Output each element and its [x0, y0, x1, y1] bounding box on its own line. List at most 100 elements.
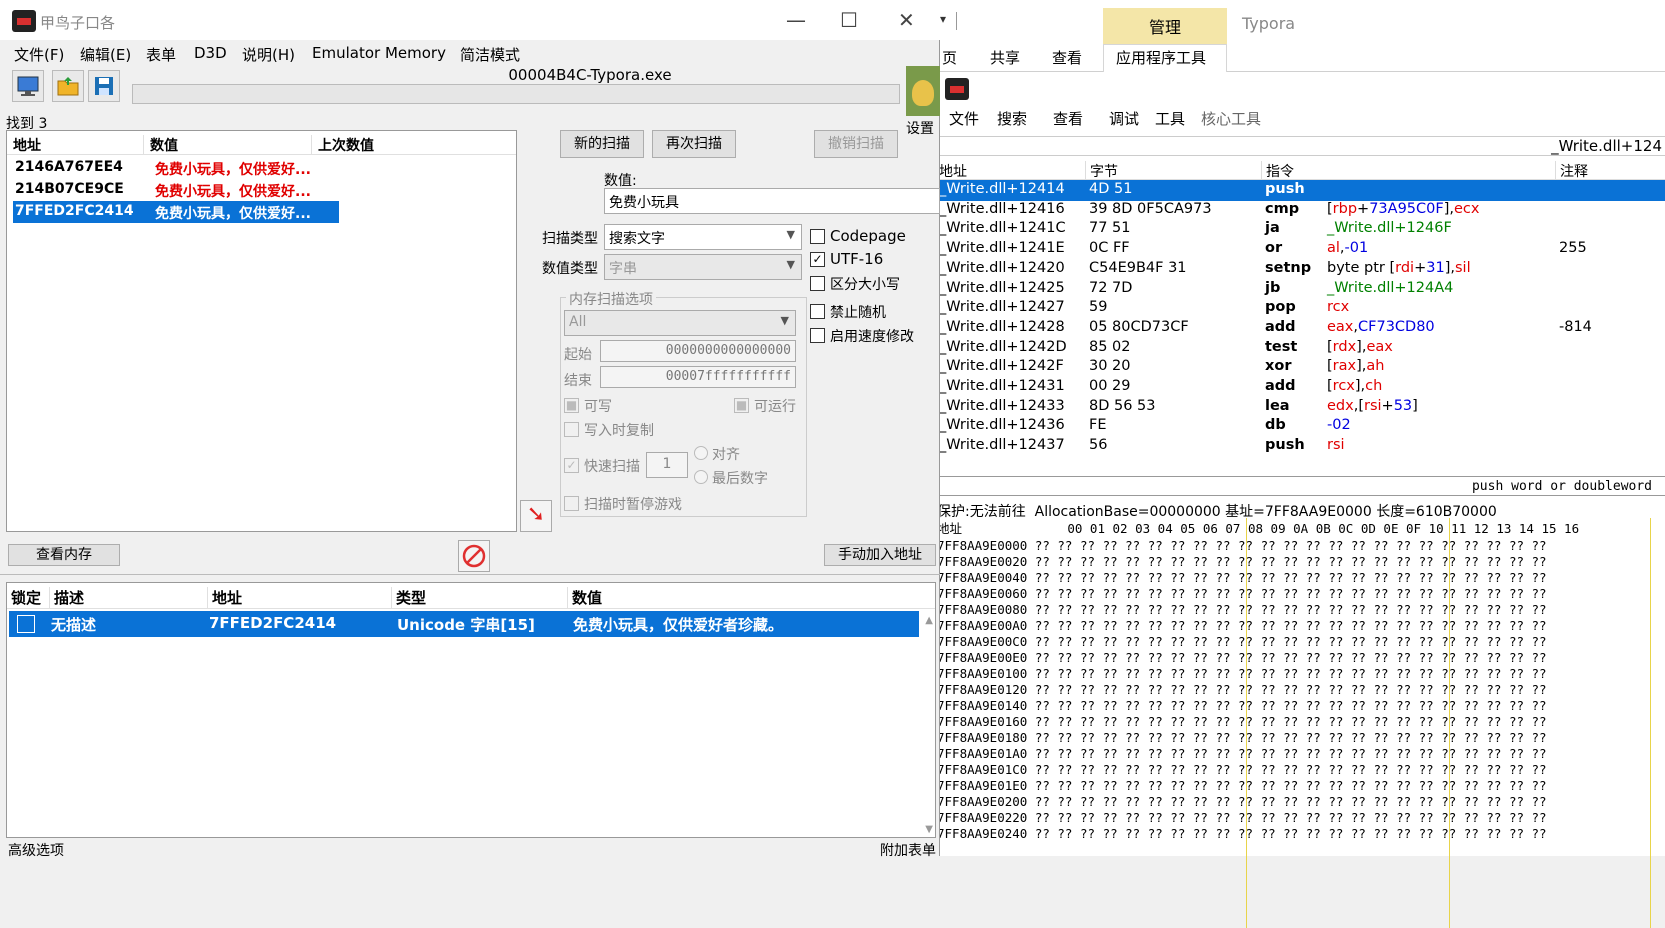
ce-logo-icon[interactable]: [906, 66, 940, 116]
disasm-row[interactable]: _Write.dll+12433 8D 56 53 lea edx,[rsi+53]: [935, 397, 1665, 418]
menu-debug[interactable]: 调试: [1109, 108, 1139, 129]
col-value[interactable]: 数值: [143, 135, 178, 155]
result-row-selected[interactable]: 7FFED2FC2414 免费小玩具，仅供爱好...: [13, 201, 339, 223]
hex-row[interactable]: 7FF8AA9E00E0 ?? ?? ?? ?? ?? ?? ?? ?? ?? …: [937, 650, 1665, 666]
col-address[interactable]: 地址: [207, 587, 242, 608]
menu-help[interactable]: 说明(H): [242, 44, 295, 65]
minimize-icon[interactable]: —: [786, 8, 806, 32]
new-scan-button[interactable]: 新的扫描: [560, 130, 644, 158]
result-row[interactable]: 2146A767EE4 免费小玩具，仅供爱好...: [13, 157, 339, 179]
disasm-row[interactable]: _Write.dll+12436 FE db -02: [935, 416, 1665, 437]
menu-view[interactable]: 查看: [1053, 108, 1083, 129]
close-icon[interactable]: ✕: [898, 8, 915, 32]
fast-scan-checkbox[interactable]: ✓: [564, 458, 579, 473]
col-type[interactable]: 类型: [391, 587, 426, 608]
undo-scan-button[interactable]: 撤销扫描: [814, 130, 898, 158]
disasm-row[interactable]: _Write.dll+12425 72 7D jb _Write.dll+124A4: [935, 279, 1665, 300]
menu-table[interactable]: 表单: [146, 44, 176, 65]
disasm-row[interactable]: _Write.dll+12431 00 29 add [rcx],ch: [935, 377, 1665, 398]
cheat-table-list[interactable]: 锁定 描述 地址 类型 数值 无描述 7FFED2FC2414 Unicode …: [6, 582, 936, 838]
tab-app-tools[interactable]: 应用程序工具: [1116, 47, 1206, 68]
save-button[interactable]: [88, 70, 120, 102]
hex-row[interactable]: 7FF8AA9E00C0 ?? ?? ?? ?? ?? ?? ?? ?? ?? …: [937, 634, 1665, 650]
writable-checkbox[interactable]: ■: [564, 398, 579, 413]
hex-row[interactable]: 7FF8AA9E0100 ?? ?? ?? ?? ?? ?? ?? ?? ?? …: [937, 666, 1665, 682]
cheat-table-row[interactable]: 无描述 7FFED2FC2414 Unicode 字串[15] 免费小玩具，仅供…: [9, 611, 919, 637]
hex-row[interactable]: 7FF8AA9E0120 ?? ?? ?? ?? ?? ?? ?? ?? ?? …: [937, 682, 1665, 698]
last-digits-radio[interactable]: [694, 470, 708, 484]
hex-row[interactable]: 7FF8AA9E01C0 ?? ?? ?? ?? ?? ?? ?? ?? ?? …: [937, 762, 1665, 778]
align-radio[interactable]: [694, 446, 708, 460]
disasm-address-bar[interactable]: _Write.dll+124: [935, 136, 1665, 156]
scan-type-select[interactable]: 搜索文字 ▼: [604, 224, 802, 250]
col-instruction[interactable]: 指令: [1261, 161, 1294, 181]
col-bytes[interactable]: 字节: [1085, 161, 1118, 181]
utf16-checkbox[interactable]: ✓: [810, 252, 825, 267]
disasm-row[interactable]: _Write.dll+12437 56 push rsi: [935, 436, 1665, 457]
speedhack-checkbox[interactable]: [810, 328, 825, 343]
add-to-list-arrow-icon[interactable]: ➘: [520, 500, 552, 532]
disasm-row[interactable]: _Write.dll+1242F 30 20 xor [rax],ah: [935, 357, 1665, 378]
hex-row[interactable]: 7FF8AA9E0020 ?? ?? ?? ?? ?? ?? ?? ?? ?? …: [937, 554, 1665, 570]
view-memory-button[interactable]: 查看内存: [8, 544, 120, 566]
tab-home[interactable]: 页: [942, 47, 957, 68]
pause-game-checkbox[interactable]: [564, 496, 579, 511]
scroll-up-icon[interactable]: ▲: [925, 615, 933, 626]
menu-emulator-memory[interactable]: Emulator Memory: [312, 44, 446, 62]
disable-random-checkbox[interactable]: [810, 304, 825, 319]
executable-checkbox[interactable]: ■: [734, 398, 749, 413]
col-previous[interactable]: 上次数值: [311, 135, 374, 155]
disasm-row[interactable]: _Write.dll+12428 05 80CD73CF add eax,CF73CD…: [935, 318, 1665, 339]
settings-label[interactable]: 设置: [906, 118, 934, 138]
next-scan-button[interactable]: 再次扫描: [652, 130, 736, 158]
menu-file[interactable]: 文件(F): [14, 44, 64, 65]
hex-row[interactable]: 7FF8AA9E0180 ?? ?? ?? ?? ?? ?? ?? ?? ?? …: [937, 730, 1665, 746]
disasm-row[interactable]: _Write.dll+12420 C54E9B4F 31 setnp byte ptr…: [935, 259, 1665, 280]
col-description[interactable]: 描述: [49, 587, 84, 608]
hex-row[interactable]: 7FF8AA9E0080 ?? ?? ?? ?? ?? ?? ?? ?? ?? …: [937, 602, 1665, 618]
tab-share[interactable]: 共享: [990, 47, 1020, 68]
scroll-down-icon[interactable]: ▼: [925, 824, 933, 835]
hex-row[interactable]: 7FF8AA9E0060 ?? ?? ?? ?? ?? ?? ?? ?? ?? …: [937, 586, 1665, 602]
hex-row[interactable]: 7FF8AA9E01A0 ?? ?? ?? ?? ?? ?? ?? ?? ?? …: [937, 746, 1665, 762]
value-input[interactable]: 免费小玩具: [604, 188, 940, 214]
qat-dropdown-icon[interactable]: ▾: [940, 12, 946, 26]
maximize-icon[interactable]: ☐: [840, 8, 858, 32]
hex-row[interactable]: 7FF8AA9E0200 ?? ?? ?? ?? ?? ?? ?? ?? ?? …: [937, 794, 1665, 810]
hex-row[interactable]: 7FF8AA9E0140 ?? ?? ?? ?? ?? ?? ?? ?? ?? …: [937, 698, 1665, 714]
start-address-input[interactable]: 0000000000000000: [600, 340, 796, 362]
menu-kernel-tools[interactable]: 核心工具: [1201, 108, 1261, 129]
disasm-row[interactable]: _Write.dll+1241C 77 51 ja _Write.dll+1246F: [935, 219, 1665, 240]
table-extras-link[interactable]: 附加表单: [880, 840, 936, 860]
hex-row[interactable]: 7FF8AA9E0160 ?? ?? ?? ?? ?? ?? ?? ?? ?? …: [937, 714, 1665, 730]
disasm-row[interactable]: _Write.dll+1241E 0C FF or al,-01 255: [935, 239, 1665, 260]
copy-on-write-checkbox[interactable]: [564, 422, 579, 437]
col-value[interactable]: 数值: [567, 587, 602, 608]
advanced-options-link[interactable]: 高级选项: [8, 840, 64, 860]
open-file-button[interactable]: [52, 70, 84, 102]
open-process-button[interactable]: [12, 70, 44, 102]
result-row[interactable]: 214B07CE9CE 免费小玩具，仅供爱好...: [13, 179, 339, 201]
codepage-checkbox[interactable]: [810, 229, 825, 244]
menu-simple-mode[interactable]: 简洁模式: [460, 44, 520, 65]
disasm-row[interactable]: _Write.dll+12416 39 8D 0F5CA973 cmp [rbp+73…: [935, 200, 1665, 221]
menu-search[interactable]: 搜索: [997, 108, 1027, 129]
hex-row[interactable]: 7FF8AA9E0220 ?? ?? ?? ?? ?? ?? ?? ?? ?? …: [937, 810, 1665, 826]
add-address-manually-button[interactable]: 手动加入地址: [824, 544, 936, 566]
menu-edit[interactable]: 编辑(E): [80, 44, 131, 65]
menu-d3d[interactable]: D3D: [194, 44, 227, 62]
col-comment[interactable]: 注释: [1555, 161, 1588, 181]
clear-list-button[interactable]: [458, 540, 490, 572]
tab-manage[interactable]: 管理: [1103, 14, 1227, 38]
col-lock[interactable]: 锁定: [11, 587, 41, 608]
hex-row[interactable]: 7FF8AA9E00A0 ?? ?? ?? ?? ?? ?? ?? ?? ?? …: [937, 618, 1665, 634]
disasm-row[interactable]: _Write.dll+1242D 85 02 test [rdx],eax: [935, 338, 1665, 359]
lock-checkbox[interactable]: [17, 615, 35, 633]
menu-file[interactable]: 文件: [949, 108, 979, 129]
hex-row[interactable]: 7FF8AA9E0000 ?? ?? ?? ?? ?? ?? ?? ?? ?? …: [937, 538, 1665, 554]
disasm-row-selected[interactable]: _Write.dll+12414 4D 51 push: [935, 180, 1665, 201]
case-sensitive-checkbox[interactable]: [810, 276, 825, 291]
col-address[interactable]: 地址: [939, 161, 967, 181]
menu-tools[interactable]: 工具: [1155, 108, 1185, 129]
fast-scan-input[interactable]: 1: [646, 452, 688, 478]
